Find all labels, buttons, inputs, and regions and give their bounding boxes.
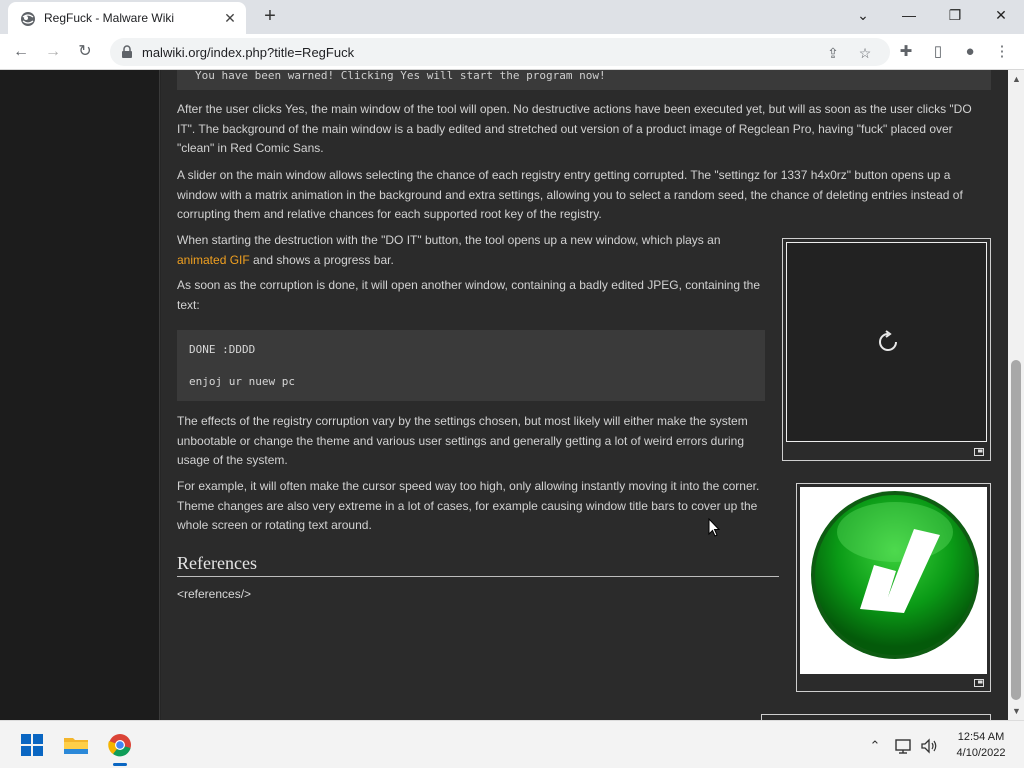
close-window-button[interactable]: ✕ xyxy=(978,0,1024,30)
green-checkmark-icon xyxy=(811,491,979,659)
references-heading: References xyxy=(177,553,779,577)
paragraph-effects: The effects of the registry corruption v… xyxy=(177,414,748,467)
address-bar[interactable]: malwiki.org/index.php?title=RegFuck ⇪ ☆ xyxy=(110,38,890,66)
enlarge-icon[interactable] xyxy=(974,679,984,687)
lock-icon xyxy=(122,45,132,58)
scroll-down-icon[interactable]: ▼ xyxy=(1012,706,1021,716)
paragraph-corruption-done: As soon as the corruption is done, it wi… xyxy=(177,278,761,312)
maximize-button[interactable]: ❐ xyxy=(932,0,978,30)
back-button[interactable]: ← xyxy=(8,39,34,65)
minimize-button[interactable]: — xyxy=(886,0,932,30)
tab-title: RegFuck - Malware Wiki xyxy=(44,11,175,25)
forward-button[interactable]: → xyxy=(40,39,66,65)
code-line-enjoy: enjoj ur nuew pc xyxy=(189,375,295,388)
paragraph-destruction-end: and shows a progress bar. xyxy=(249,252,394,267)
warning-code-block: You have been warned! Clicking Yes will … xyxy=(177,70,991,90)
done-code-block: DONE :DDDD enjoj ur nuew pc xyxy=(177,330,765,401)
globe-icon xyxy=(21,12,35,26)
web-page: You have been warned! Clicking Yes will … xyxy=(0,70,1008,720)
enlarge-icon[interactable] xyxy=(974,448,984,456)
mouse-cursor-icon xyxy=(708,518,720,537)
bookmark-star-icon[interactable]: ☆ xyxy=(854,42,876,64)
scroll-up-icon[interactable]: ▲ xyxy=(1012,74,1021,84)
article-content: You have been warned! Clicking Yes will … xyxy=(161,70,1008,720)
paragraph-example: For example, it will often make the curs… xyxy=(177,479,760,532)
loading-spinner-icon xyxy=(879,330,897,351)
checkmark-image[interactable] xyxy=(800,487,987,674)
windows-taskbar: ⌃ 12:54 AM 4/10/2022 xyxy=(0,720,1024,768)
references-placeholder: <references/> xyxy=(177,587,252,601)
url-text[interactable]: malwiki.org/index.php?title=RegFuck xyxy=(142,45,354,60)
system-clock[interactable]: 12:54 AM 4/10/2022 xyxy=(946,729,1016,761)
clock-date: 4/10/2022 xyxy=(956,747,1006,759)
wiki-sidebar xyxy=(0,70,160,720)
browser-toolbar: ← → ↻ malwiki.org/index.php?title=RegFuc… xyxy=(0,34,1024,70)
tab-strip: RegFuck - Malware Wiki ✕ + ⌄ — ❐ ✕ xyxy=(0,0,1024,34)
side-panel-icon[interactable]: ▯ xyxy=(926,40,950,64)
tab-close-icon[interactable]: ✕ xyxy=(220,8,240,28)
volume-icon[interactable] xyxy=(918,735,940,757)
page-scrollbar[interactable]: ▲ ▼ xyxy=(1008,70,1024,720)
file-explorer-icon[interactable] xyxy=(60,729,92,761)
checkmark-thumbnail[interactable] xyxy=(796,483,991,692)
scrollbar-thumb[interactable] xyxy=(1011,360,1021,700)
loading-gif-image[interactable] xyxy=(786,242,987,442)
new-tab-button[interactable]: + xyxy=(258,5,282,29)
profile-avatar[interactable]: ● xyxy=(958,40,982,64)
network-icon[interactable] xyxy=(892,735,914,757)
paragraph-destruction: When starting the destruction with the "… xyxy=(177,231,747,270)
chrome-icon xyxy=(108,734,131,757)
reload-button[interactable]: ↻ xyxy=(72,39,98,65)
extensions-icon[interactable]: ✚ xyxy=(894,40,918,64)
clock-time: 12:54 AM xyxy=(957,731,1005,743)
paragraph-destruction-text: When starting the destruction with the "… xyxy=(177,233,721,247)
paragraph-main-window: After the user clicks Yes, the main wind… xyxy=(177,102,972,155)
code-line-done: DONE :DDDD xyxy=(189,343,256,356)
share-icon[interactable]: ⇪ xyxy=(822,42,844,64)
animated-gif-link[interactable]: animated GIF xyxy=(177,253,250,267)
browser-tab[interactable]: RegFuck - Malware Wiki ✕ xyxy=(8,2,246,34)
browser-menu-icon[interactable]: ⋮ xyxy=(990,40,1014,64)
paragraph-slider: A slider on the main window allows selec… xyxy=(177,168,963,221)
gif-thumbnail[interactable] xyxy=(782,238,991,461)
chrome-taskbar-icon[interactable] xyxy=(104,729,136,766)
tray-overflow-chevron-icon[interactable]: ⌃ xyxy=(864,735,886,757)
windows-start-icon[interactable] xyxy=(16,729,48,761)
tab-search-button[interactable]: ⌄ xyxy=(840,0,886,30)
